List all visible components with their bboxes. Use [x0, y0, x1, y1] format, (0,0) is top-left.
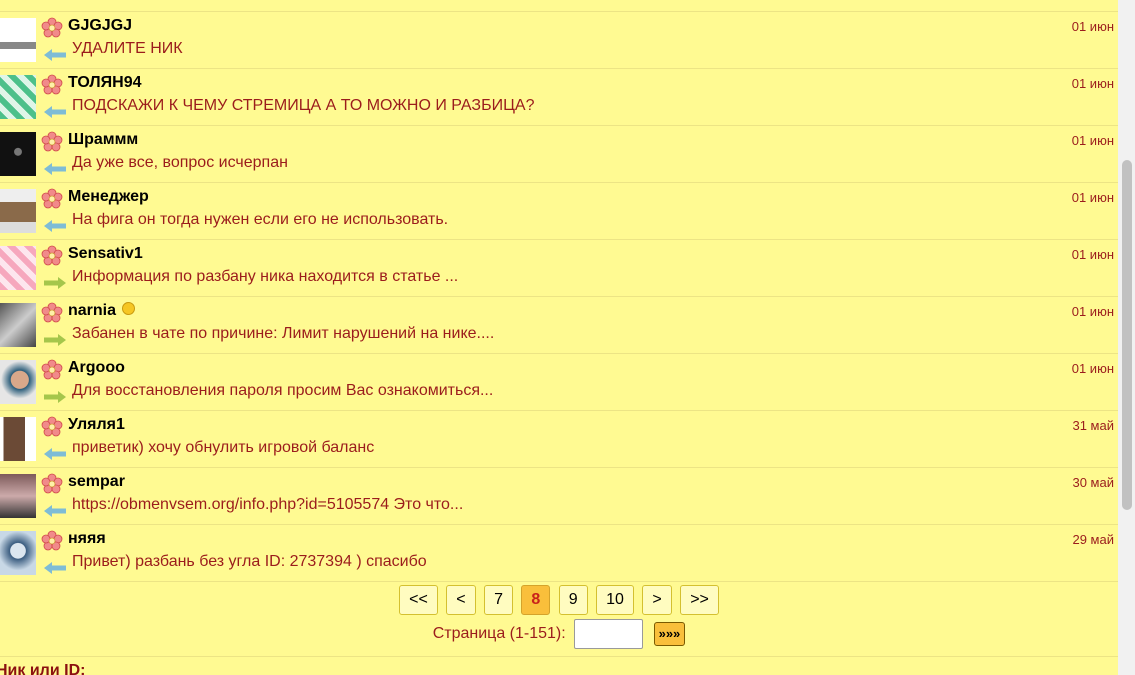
user-nick[interactable]: ТОЛЯН94 [68, 74, 142, 92]
avatar[interactable] [0, 18, 36, 62]
message-row[interactable]: sempar 30 май https://obmenvsem.org/info.p… [0, 468, 1118, 525]
avatar[interactable] [0, 132, 36, 176]
flower-icon [41, 245, 63, 267]
next-page-button[interactable]: > [642, 585, 672, 615]
user-nick[interactable]: sempar [68, 473, 125, 491]
message-list-panel: GJGJGJ 01 июн УДАЛИТЕ НИК ТОЛЯН94 01 июн ПОДС… [0, 0, 1118, 675]
flower-icon [41, 188, 63, 210]
nick-or-id-label: Ник или ID: [0, 662, 86, 675]
message-row[interactable]: Уляля1 31 май приветик) хочу обнулить игро… [0, 411, 1118, 468]
flower-icon [41, 359, 63, 381]
avatar[interactable] [0, 75, 36, 119]
page-button-9[interactable]: 9 [558, 585, 588, 615]
flower-icon [41, 74, 63, 96]
message-date: 01 июн [1071, 76, 1114, 91]
message-row[interactable]: GJGJGJ 01 июн УДАЛИТЕ НИК [0, 12, 1118, 69]
user-nick[interactable]: Менеджер [68, 188, 149, 206]
page-scrollbar[interactable] [1118, 0, 1135, 675]
page-button-10[interactable]: 10 [596, 585, 634, 615]
user-nick[interactable]: Argooo [68, 359, 125, 377]
message-text[interactable]: Забанен в чате по причине: Лимит нарушен… [72, 325, 494, 343]
page-jump: Страница (1-151): »»» [0, 619, 1118, 649]
go-page-button[interactable]: »»» [653, 622, 686, 646]
partial-row [0, 0, 1118, 12]
page-button-7[interactable]: 7 [484, 585, 513, 615]
message-date: 01 июн [1071, 19, 1114, 34]
arrow-left-icon [44, 447, 66, 465]
message-row[interactable]: Менеджер 01 июн На фига он тогда нужен есл… [0, 183, 1118, 240]
arrow-right-icon [44, 333, 66, 351]
prev-page-button[interactable]: < [446, 585, 476, 615]
message-date: 31 май [1072, 418, 1114, 433]
message-text[interactable]: приветик) хочу обнулить игровой баланс [72, 439, 374, 457]
avatar[interactable] [0, 246, 36, 290]
message-date: 01 июн [1071, 361, 1114, 376]
arrow-right-icon [44, 276, 66, 294]
user-nick[interactable]: narnia [68, 302, 136, 320]
pagination: << < 7 8 9 10 > >> [0, 585, 1118, 615]
message-text[interactable]: На фига он тогда нужен если его не испол… [72, 211, 448, 229]
message-text[interactable]: Для восстановления пароля просим Вас озн… [72, 382, 493, 400]
message-text[interactable]: УДАЛИТЕ НИК [72, 40, 183, 58]
scrollbar-thumb[interactable] [1122, 160, 1132, 510]
flower-icon [41, 530, 63, 552]
message-text[interactable]: ПОДСКАЖИ К ЧЕМУ СТРЕМИЦА А ТО МОЖНО И РА… [72, 97, 534, 115]
flower-icon [41, 302, 63, 324]
arrow-left-icon [44, 219, 66, 237]
last-page-button[interactable]: >> [680, 585, 719, 615]
message-row[interactable]: narnia 01 июн Забанен в чате по причине: Л… [0, 297, 1118, 354]
page-number-input[interactable] [574, 619, 644, 649]
message-text[interactable]: https://obmenvsem.org/info.php?id=510557… [72, 496, 463, 514]
avatar[interactable] [0, 189, 36, 233]
message-date: 01 июн [1071, 190, 1114, 205]
message-text[interactable]: Да уже все, вопрос исчерпан [72, 154, 288, 172]
avatar[interactable] [0, 360, 36, 404]
first-page-button[interactable]: << [399, 585, 438, 615]
message-date: 01 июн [1071, 304, 1114, 319]
page-range-label: Страница (1-151): [432, 625, 566, 643]
message-date: 01 июн [1071, 247, 1114, 262]
user-nick[interactable]: няяя [68, 530, 106, 548]
flower-icon [41, 416, 63, 438]
divider [0, 656, 1118, 657]
avatar[interactable] [0, 531, 36, 575]
user-nick[interactable]: Уляля1 [68, 416, 125, 434]
flower-icon [41, 17, 63, 39]
arrow-left-icon [44, 162, 66, 180]
current-page-button[interactable]: 8 [521, 585, 551, 615]
user-nick[interactable]: Шраммм [68, 131, 138, 149]
flower-icon [41, 473, 63, 495]
avatar[interactable] [0, 417, 36, 461]
avatar[interactable] [0, 474, 36, 518]
arrow-left-icon [44, 48, 66, 66]
arrow-left-icon [44, 105, 66, 123]
message-date: 30 май [1072, 475, 1114, 490]
message-text[interactable]: Привет) разбань без угла ID: 2737394 ) с… [72, 553, 427, 571]
arrow-right-icon [44, 390, 66, 408]
message-row[interactable]: Sensativ1 01 июн Информация по разбану ник… [0, 240, 1118, 297]
arrow-left-icon [44, 504, 66, 522]
flower-icon [41, 131, 63, 153]
message-date: 29 май [1072, 532, 1114, 547]
message-date: 01 июн [1071, 133, 1114, 148]
message-row[interactable]: няяя 29 май Привет) разбань без угла ID: 2… [0, 525, 1118, 582]
message-row[interactable]: Argooo 01 июн Для восстановления пароля пр… [0, 354, 1118, 411]
user-nick[interactable]: Sensativ1 [68, 245, 143, 263]
medal-icon [122, 302, 136, 316]
message-text[interactable]: Информация по разбану ника находится в с… [72, 268, 458, 286]
message-row[interactable]: ТОЛЯН94 01 июн ПОДСКАЖИ К ЧЕМУ СТРЕМИЦА А … [0, 69, 1118, 126]
message-row[interactable]: Шраммм 01 июн Да уже все, вопрос исчерпан [0, 126, 1118, 183]
user-nick[interactable]: GJGJGJ [68, 17, 132, 35]
arrow-left-icon [44, 561, 66, 579]
avatar[interactable] [0, 303, 36, 347]
message-list: GJGJGJ 01 июн УДАЛИТЕ НИК ТОЛЯН94 01 июн ПОДС… [0, 12, 1118, 582]
